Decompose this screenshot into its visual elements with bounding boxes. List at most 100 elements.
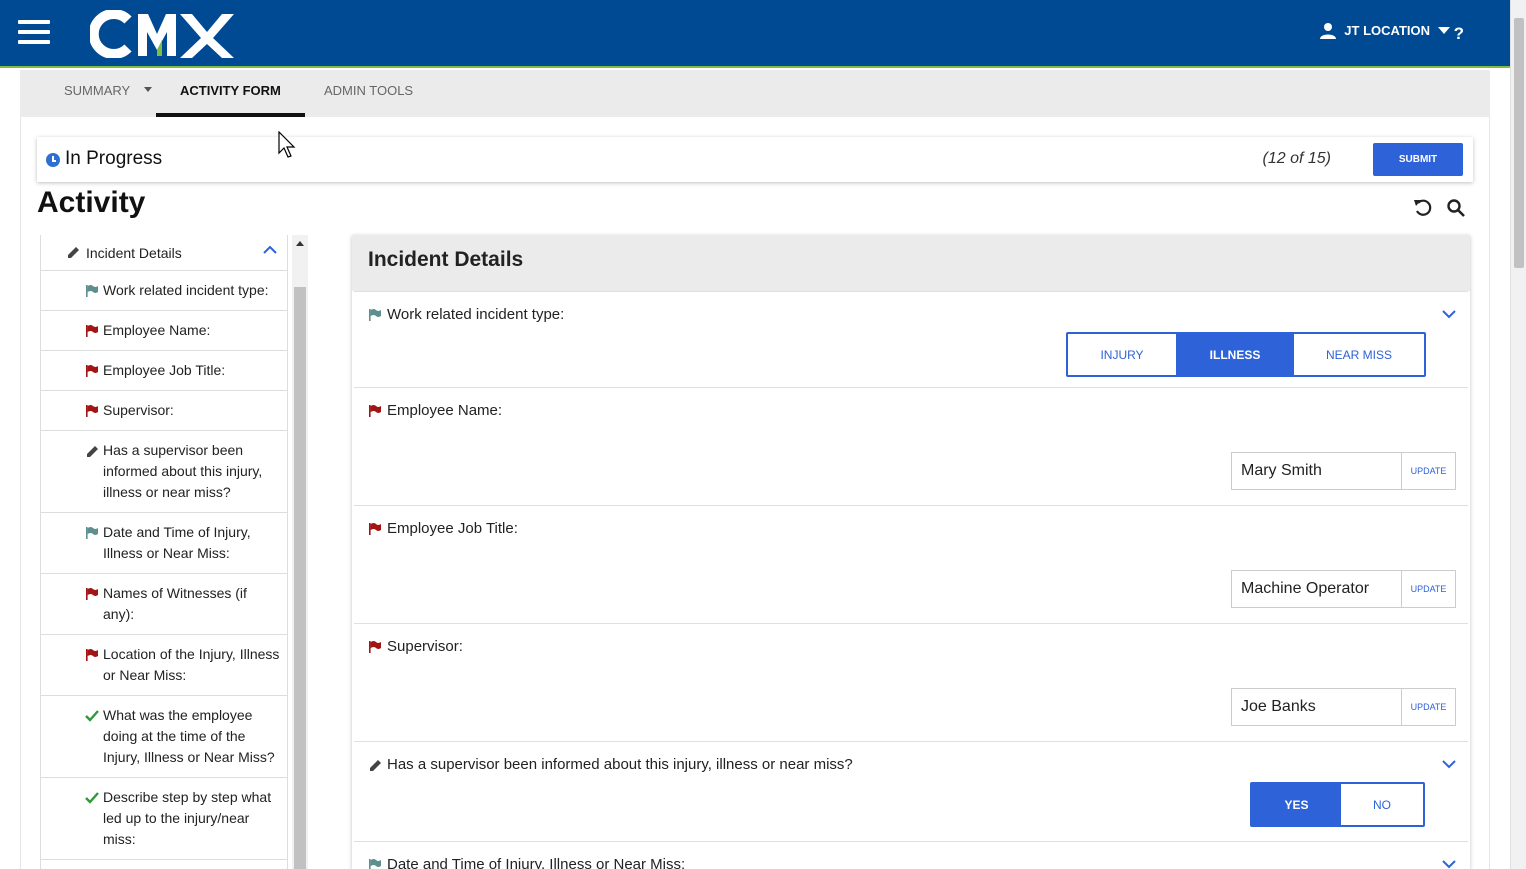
- flag-icon: [85, 647, 99, 661]
- progress-count: (12 of 15): [1262, 150, 1331, 167]
- submit-button[interactable]: SUBMIT: [1373, 143, 1463, 176]
- window-scrollbar[interactable]: [1510, 0, 1526, 869]
- user-menu[interactable]: JT LOCATION: [1320, 22, 1450, 39]
- option-yes[interactable]: YES: [1252, 784, 1341, 825]
- nav-item-label: Employee Name:: [103, 322, 211, 338]
- tab-admin-tools-label: ADMIN TOOLS: [324, 83, 414, 98]
- supervisor-informed-toggle: YES NO: [1250, 782, 1425, 827]
- question-supervisor-informed: Has a supervisor been informed about thi…: [354, 742, 1468, 842]
- nav-item-label: Names of Witnesses (if any):: [103, 585, 247, 622]
- mouse-cursor-icon: [278, 131, 296, 158]
- nav-item-label: What was the employee doing at the time …: [103, 707, 275, 765]
- employee-name-field: UPDATE: [1231, 452, 1456, 490]
- scroll-up-arrow-icon[interactable]: [296, 241, 304, 246]
- nav-item[interactable]: Names of Witnesses (if any):: [41, 574, 287, 635]
- option-illness[interactable]: ILLNESS: [1176, 334, 1294, 375]
- nav-item[interactable]: Supervisor:: [41, 391, 287, 431]
- undo-icon[interactable]: [1413, 198, 1433, 218]
- nav-item-label: Supervisor:: [103, 402, 174, 418]
- nav-item-label: Describe step by step what led up to the…: [103, 789, 272, 847]
- clock-icon: [46, 153, 60, 167]
- cmx-logo: [90, 10, 234, 58]
- nav-item[interactable]: Location of the Injury, Illness or Near …: [41, 635, 287, 696]
- flag-icon: [85, 323, 99, 337]
- question-label: Employee Name:: [368, 402, 502, 419]
- question-text: Employee Job Title:: [387, 520, 518, 537]
- question-label: Date and Time of Injury, Illness or Near…: [368, 856, 685, 869]
- nav-section-header[interactable]: Incident Details: [41, 235, 287, 271]
- question-supervisor: Supervisor: UPDATE: [354, 624, 1468, 742]
- question-label: Work related incident type:: [368, 306, 564, 323]
- status-label: In Progress: [65, 148, 163, 169]
- nav-item-label: Location of the Injury, Illness or Near …: [103, 646, 280, 683]
- chevron-up-icon[interactable]: [263, 245, 277, 255]
- pencil-icon: [85, 443, 99, 457]
- flag-icon: [85, 283, 99, 297]
- option-near-miss[interactable]: NEAR MISS: [1294, 334, 1424, 375]
- nav-item[interactable]: Employee Name:: [41, 311, 287, 351]
- status-bar: In Progress (12 of 15) SUBMIT: [37, 137, 1473, 182]
- question-label: Employee Job Title:: [368, 520, 518, 537]
- tab-activity-form[interactable]: ACTIVITY FORM: [156, 70, 305, 117]
- chevron-down-icon[interactable]: [1442, 310, 1456, 319]
- pencil-icon: [68, 247, 79, 258]
- flag-icon: [85, 586, 99, 600]
- nav-item[interactable]: What was the employee doing at the time …: [41, 696, 287, 778]
- menu-icon[interactable]: [18, 20, 50, 46]
- nav-scrollbar-thumb[interactable]: [294, 287, 306, 869]
- update-button[interactable]: UPDATE: [1401, 688, 1456, 726]
- question-text: Work related incident type:: [387, 306, 565, 323]
- tab-admin-tools[interactable]: ADMIN TOOLS: [324, 70, 413, 117]
- chevron-down-icon[interactable]: [1442, 860, 1456, 869]
- question-label: Has a supervisor been informed about thi…: [368, 756, 853, 773]
- question-date-time: Date and Time of Injury, Illness or Near…: [354, 842, 1468, 869]
- nav-item[interactable]: Describe step by step what led up to the…: [41, 778, 287, 860]
- section-nav: Incident Details Work related incident t…: [40, 235, 288, 869]
- nav-item[interactable]: Employee Job Title:: [41, 351, 287, 391]
- supervisor-field: UPDATE: [1231, 688, 1456, 726]
- window-scrollbar-thumb[interactable]: [1514, 18, 1524, 268]
- flag-icon: [368, 308, 382, 322]
- nav-item-label: Work related incident type:: [103, 282, 269, 298]
- flag-icon: [368, 858, 382, 869]
- flag-icon: [368, 522, 382, 536]
- nav-item[interactable]: Date and Time of Injury, Illness or Near…: [41, 513, 287, 574]
- job-title-input[interactable]: [1231, 570, 1401, 608]
- tab-bar: SUMMARY ACTIVITY FORM ADMIN TOOLS: [20, 70, 1490, 117]
- tab-summary[interactable]: SUMMARY: [64, 70, 153, 117]
- flag-icon: [85, 525, 99, 539]
- nav-item-label: Employee Job Title:: [103, 362, 226, 378]
- option-no[interactable]: NO: [1341, 784, 1423, 825]
- top-app-bar: JT LOCATION ?: [0, 0, 1510, 68]
- update-button[interactable]: UPDATE: [1401, 570, 1456, 608]
- option-injury[interactable]: INJURY: [1068, 334, 1176, 375]
- nav-item-list: Work related incident type: Employee Name…: [41, 271, 287, 869]
- nav-item[interactable]: Has a supervisor been informed about thi…: [41, 431, 287, 513]
- nav-item-label: Date and Time of Injury, Illness or Near…: [103, 524, 251, 561]
- employee-name-input[interactable]: [1231, 452, 1401, 490]
- update-button[interactable]: UPDATE: [1401, 452, 1456, 490]
- search-icon[interactable]: [1446, 198, 1466, 218]
- tab-activity-form-label: ACTIVITY FORM: [180, 83, 281, 98]
- question-text: Supervisor:: [387, 638, 463, 655]
- supervisor-input[interactable]: [1231, 688, 1401, 726]
- caret-down-icon[interactable]: [144, 87, 153, 93]
- flag-icon: [85, 363, 99, 377]
- nav-item[interactable]: What could have been: [41, 860, 287, 869]
- panel-title: Incident Details: [352, 235, 1470, 291]
- nav-item-label: Has a supervisor been informed about thi…: [103, 442, 263, 500]
- question-incident-type: Work related incident type: INJURY ILLNE…: [354, 291, 1468, 388]
- flag-icon: [368, 640, 382, 654]
- flag-icon: [368, 404, 382, 418]
- flag-icon: [85, 403, 99, 417]
- incident-type-toggle: INJURY ILLNESS NEAR MISS: [1066, 332, 1426, 377]
- nav-item[interactable]: Work related incident type:: [41, 271, 287, 311]
- help-icon[interactable]: ?: [1454, 24, 1464, 44]
- nav-scrollbar[interactable]: [292, 235, 308, 869]
- pencil-icon: [368, 758, 382, 772]
- question-job-title: Employee Job Title: UPDATE: [354, 506, 1468, 624]
- check-icon: [85, 708, 99, 722]
- check-icon: [85, 790, 99, 804]
- chevron-down-icon[interactable]: [1442, 760, 1456, 769]
- question-text: Has a supervisor been informed about thi…: [387, 756, 853, 773]
